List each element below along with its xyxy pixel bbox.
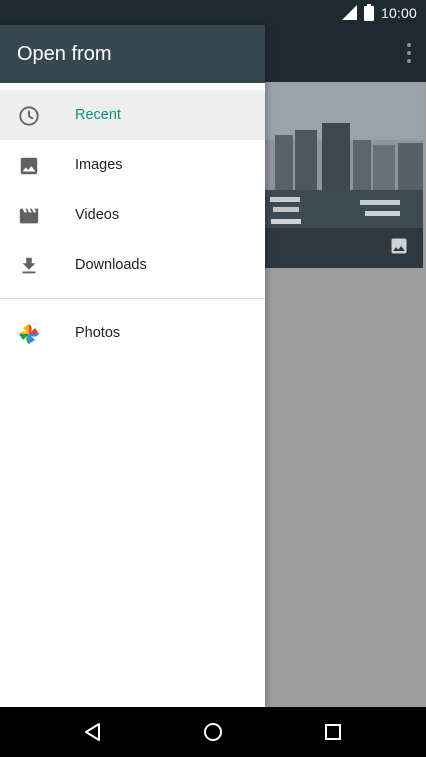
status-icons: 10:00 [341,0,417,25]
back-icon [85,723,100,741]
navigation-drawer: Open from Recent Images Videos Downloads… [0,25,265,707]
home-icon [204,723,222,741]
drawer-item-label: Recent [75,107,121,123]
recents-button[interactable] [322,721,344,743]
system-navigation-bar [0,707,426,757]
drawer-item-downloads[interactable]: Downloads [0,240,265,290]
drawer-item-label: Videos [75,207,120,223]
status-time: 10:00 [380,4,417,21]
signal-icon [341,5,357,20]
drawer-item-photos[interactable]: Photos [0,308,265,358]
background-photo-thumbnail[interactable] [265,85,423,268]
drawer-header: Open from [0,25,265,83]
drawer-item-label: Downloads [75,257,147,273]
status-bar: 10:00 [0,0,426,25]
image-icon [391,238,407,254]
drawer-title: Open from [17,42,112,65]
home-button[interactable] [202,721,224,743]
video-icon [17,204,41,228]
drawer-item-label: Photos [75,325,121,341]
google-photos-icon [17,322,41,346]
more-options-icon[interactable] [406,43,412,63]
clock-icon [17,104,41,128]
download-icon [17,254,41,278]
drawer-item-recent[interactable]: Recent [0,90,265,140]
battery-icon [363,4,374,21]
drawer-item-label: Images [75,157,123,173]
divider [0,298,265,299]
image-icon [17,154,41,178]
back-button[interactable] [82,721,104,743]
drawer-item-images[interactable]: Images [0,140,265,190]
drawer-item-videos[interactable]: Videos [0,190,265,240]
drawer-list: Recent Images Videos Downloads Photos [0,90,265,358]
recents-icon [325,724,341,740]
